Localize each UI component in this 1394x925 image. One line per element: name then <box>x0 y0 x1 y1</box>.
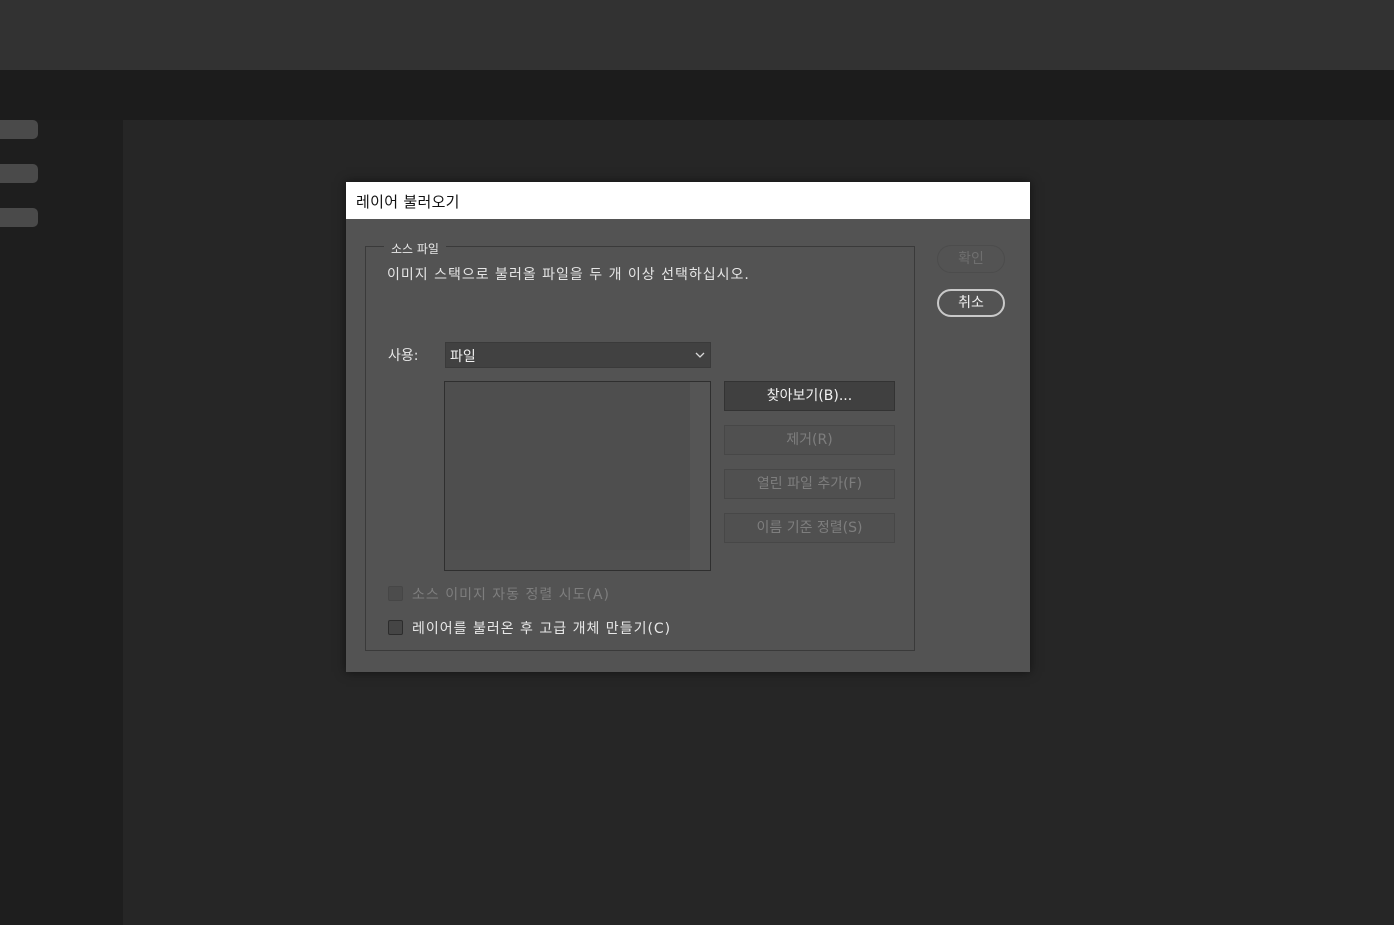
ok-button[interactable]: 확인 <box>937 245 1005 273</box>
group-label: 소스 파일 <box>384 240 446 257</box>
tools-panel <box>0 120 123 925</box>
horizontal-scrollbar[interactable] <box>445 550 690 570</box>
add-open-files-button[interactable]: 열린 파일 추가(F) <box>724 469 895 499</box>
sort-by-name-button[interactable]: 이름 기준 정렬(S) <box>724 513 895 543</box>
smart-object-label: 레이어를 불러온 후 고급 개체 만들기(C) <box>412 621 672 637</box>
browse-button[interactable]: 찾아보기(B)... <box>724 381 895 411</box>
use-label: 사용: <box>388 348 419 364</box>
file-list[interactable] <box>444 381 711 571</box>
tool-button[interactable] <box>0 120 38 139</box>
tool-button[interactable] <box>0 208 38 227</box>
load-layers-dialog: 레이어 불러오기 소스 파일 이미지 스택으로 불러올 파일을 두 개 이상 선… <box>346 182 1030 672</box>
application-bar <box>0 0 1394 70</box>
use-dropdown-value: 파일 <box>450 349 476 365</box>
options-bar <box>0 70 1394 120</box>
tool-button[interactable] <box>0 164 38 183</box>
remove-button[interactable]: 제거(R) <box>724 425 895 455</box>
cancel-button[interactable]: 취소 <box>937 289 1005 317</box>
vertical-scrollbar[interactable] <box>690 382 710 570</box>
dialog-titlebar[interactable]: 레이어 불러오기 <box>346 182 1030 219</box>
chevron-down-icon <box>695 352 705 358</box>
auto-align-checkbox[interactable] <box>388 586 403 601</box>
use-dropdown[interactable]: 파일 <box>445 342 711 368</box>
dialog-title: 레이어 불러오기 <box>356 193 460 211</box>
smart-object-checkbox[interactable] <box>388 620 403 635</box>
auto-align-label: 소스 이미지 자동 정렬 시도(A) <box>412 587 610 603</box>
instruction-text: 이미지 스택으로 불러올 파일을 두 개 이상 선택하십시오. <box>387 267 750 283</box>
